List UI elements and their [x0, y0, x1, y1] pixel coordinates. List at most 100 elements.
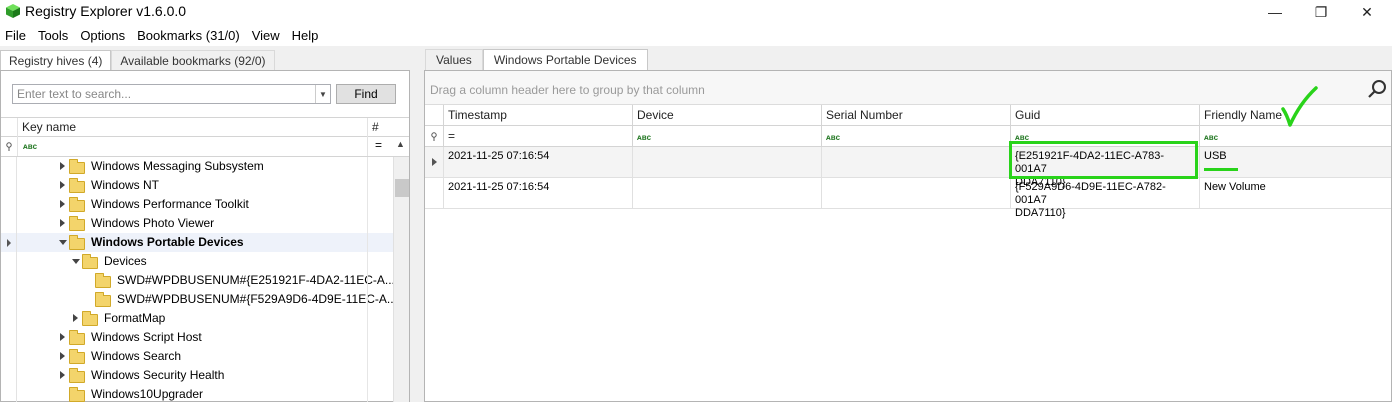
folder-icon	[82, 311, 98, 326]
pin-icon	[431, 132, 437, 141]
tree-item[interactable]: Windows Script Host	[1, 328, 393, 347]
search-dropdown-button[interactable]: ▼	[315, 85, 330, 103]
cell-timestamp[interactable]: 2021-11-25 07:16:54	[444, 178, 633, 209]
cell-guid[interactable]: {F529A9D6-4D9E-11EC-A782-001A7 DDA7110}	[1011, 178, 1200, 219]
tree-item[interactable]: Devices	[1, 252, 393, 271]
menu-bar: File Tools Options Bookmarks (31/0) View…	[0, 24, 1392, 46]
tree-item-label: Windows10Upgrader	[91, 387, 204, 401]
scroll-up-icon[interactable]: ▲	[396, 139, 405, 149]
tree-item-label: SWD#WPDBUSENUM#{E251921F-4DA2-11EC-A...	[117, 273, 393, 287]
filter-device[interactable]: ᴀʙc	[633, 126, 822, 146]
values-count-cell	[367, 157, 393, 176]
tree-item[interactable]: FormatMap	[1, 309, 393, 328]
restore-icon: ❐	[1314, 3, 1328, 20]
tab-values[interactable]: Values	[425, 49, 483, 70]
expand-arrow-icon[interactable]	[60, 162, 65, 170]
row-gutter	[1, 328, 17, 347]
filter-gutter	[425, 126, 444, 146]
cell-device[interactable]	[633, 178, 822, 209]
cell-timestamp[interactable]: 2021-11-25 07:16:54	[444, 147, 633, 178]
tree-item[interactable]: Windows Search	[1, 347, 393, 366]
filter-serial-number[interactable]: ᴀʙc	[822, 126, 1011, 146]
tree-scrollbar[interactable]	[393, 157, 409, 402]
column-key-name[interactable]: Key name	[22, 118, 76, 137]
tree-item-label: Windows Photo Viewer	[91, 216, 215, 230]
search-icon[interactable]	[1367, 79, 1387, 99]
tree-item[interactable]: Windows Messaging Subsystem	[1, 157, 393, 176]
tree-item[interactable]: Windows Security Health	[1, 366, 393, 385]
column-device[interactable]: Device	[633, 105, 822, 125]
row-gutter	[1, 309, 17, 328]
pin-icon	[6, 142, 12, 151]
column-serial-number[interactable]: Serial Number	[822, 105, 1011, 125]
tree-filter-row: ᴀʙc = ▲	[1, 137, 409, 157]
expand-arrow-icon[interactable]	[60, 181, 65, 189]
plugin-grid-panel: Drag a column header here to group by th…	[424, 70, 1392, 402]
close-button[interactable]: ✕	[1344, 0, 1390, 24]
tree-item-label: Windows Security Health	[91, 368, 225, 382]
guid-highlight-annotation	[1009, 141, 1198, 179]
cell-friendly-name[interactable]: New Volume	[1200, 178, 1391, 209]
text-filter-icon[interactable]: ᴀʙc	[23, 142, 37, 151]
cell-serial-number[interactable]	[822, 147, 1011, 178]
cell-friendly-name[interactable]: USB	[1200, 147, 1391, 178]
table-row[interactable]: 2021-11-25 07:16:54 {E251921F-4DA2-11EC-…	[425, 147, 1391, 188]
collapse-arrow-icon[interactable]	[59, 240, 67, 245]
menu-bookmarks[interactable]: Bookmarks (31/0)	[137, 28, 247, 43]
text-filter-icon: ᴀʙc	[637, 133, 652, 142]
tree-item-label: SWD#WPDBUSENUM#{F529A9D6-4D9E-11EC-A...	[117, 292, 393, 306]
tab-registry-hives[interactable]: Registry hives (4)	[0, 50, 112, 70]
tree-item[interactable]: SWD#WPDBUSENUM#{E251921F-4DA2-11EC-A...	[1, 271, 393, 290]
row-gutter	[1, 271, 17, 290]
equals-filter-icon[interactable]: =	[375, 138, 382, 152]
tree-item[interactable]: Windows Portable Devices	[1, 233, 393, 252]
maximize-button[interactable]: ❐	[1298, 0, 1344, 24]
values-count-cell	[367, 271, 393, 290]
tree-item[interactable]: Windows NT	[1, 176, 393, 195]
search-input[interactable]: Enter text to search...	[12, 84, 331, 104]
folder-icon	[69, 178, 85, 193]
collapse-arrow-icon[interactable]	[72, 259, 80, 264]
values-count-cell	[367, 214, 393, 233]
find-button[interactable]: Find	[336, 84, 396, 104]
group-by-hint: Drag a column header here to group by th…	[430, 83, 705, 97]
row-gutter	[1, 347, 17, 366]
expand-arrow-icon[interactable]	[60, 333, 65, 341]
cell-serial-number[interactable]	[822, 178, 1011, 209]
values-count-cell	[367, 366, 393, 385]
column-guid[interactable]: Guid	[1011, 105, 1200, 125]
filter-friendly-name[interactable]: ᴀʙc	[1200, 126, 1391, 146]
expand-arrow-icon[interactable]	[60, 200, 65, 208]
expand-arrow-icon[interactable]	[60, 371, 65, 379]
column-timestamp[interactable]: Timestamp	[444, 105, 633, 125]
menu-file[interactable]: File	[5, 28, 33, 43]
table-row[interactable]: 2021-11-25 07:16:54 {F529A9D6-4D9E-11EC-…	[425, 178, 1391, 219]
minimize-button[interactable]: —	[1252, 0, 1298, 24]
expand-arrow-icon[interactable]	[60, 352, 65, 360]
menu-options[interactable]: Options	[80, 28, 132, 43]
tab-windows-portable-devices[interactable]: Windows Portable Devices	[482, 49, 648, 70]
tree-item-label: Windows Search	[91, 349, 182, 363]
row-gutter	[1, 157, 17, 176]
tab-available-bookmarks[interactable]: Available bookmarks (92/0)	[111, 50, 275, 70]
menu-help[interactable]: Help	[292, 28, 326, 43]
tree-item[interactable]: Windows Performance Toolkit	[1, 195, 393, 214]
tree-item[interactable]: Windows10Upgrader	[1, 385, 393, 402]
menu-tools[interactable]: Tools	[38, 28, 75, 43]
values-count-cell	[367, 347, 393, 366]
app-cube-icon	[6, 4, 20, 18]
expand-arrow-icon[interactable]	[60, 219, 65, 227]
menu-view[interactable]: View	[252, 28, 287, 43]
tree-item[interactable]: SWD#WPDBUSENUM#{F529A9D6-4D9E-11EC-A...	[1, 290, 393, 309]
scrollbar-thumb[interactable]	[395, 179, 409, 197]
folder-icon	[69, 216, 85, 231]
tree-item-label: Windows Portable Devices	[91, 235, 244, 249]
text-filter-icon: ᴀʙc	[826, 133, 841, 142]
tree-item[interactable]: Windows Photo Viewer	[1, 214, 393, 233]
filter-timestamp[interactable]: =	[444, 126, 633, 146]
cell-device[interactable]	[633, 147, 822, 178]
column-values[interactable]: # values	[372, 118, 409, 153]
expand-arrow-icon[interactable]	[73, 314, 78, 322]
group-by-bar[interactable]: Drag a column header here to group by th…	[425, 71, 1391, 105]
values-count-cell	[367, 233, 393, 252]
